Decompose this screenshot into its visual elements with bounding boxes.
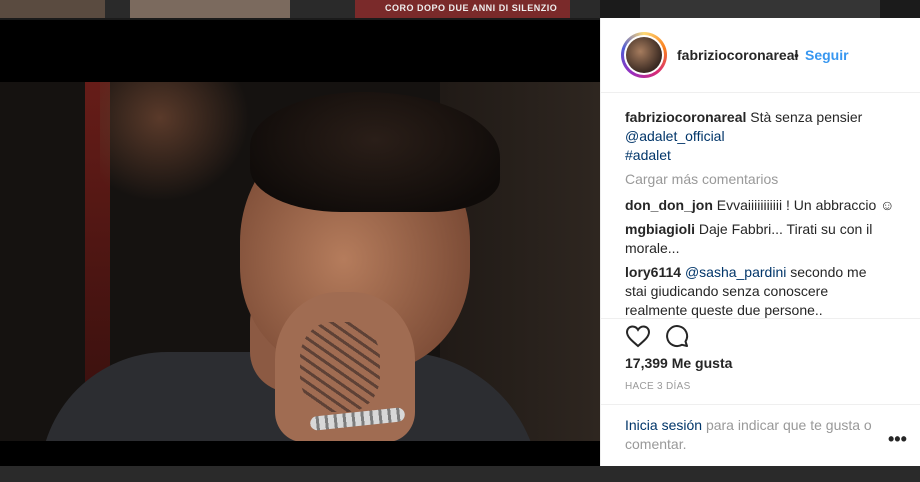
photo-background-light <box>100 82 250 202</box>
caption-username[interactable]: fabriziocoronareal <box>625 109 746 125</box>
post-side-panel: fabriziocoronareal • Seguir fabriziocoro… <box>600 18 920 466</box>
post-header: fabriziocoronareal • Seguir <box>601 18 920 93</box>
comment: don_don_jon Evvaiiiiiiiiiii ! Un abbracc… <box>625 196 894 215</box>
background-thumbnails-top: CORO DOPO DUE ANNI DI SILENZIO <box>0 0 880 18</box>
comment-username[interactable]: mgbiagioli <box>625 221 695 237</box>
caption-text: Stà senza pensier <box>750 109 863 125</box>
avatar-photo <box>626 37 662 73</box>
comment-username[interactable]: lory6114 <box>625 264 681 280</box>
thumbnail <box>0 0 105 18</box>
thumbnail-caption-text: DOPO DUE ANNI DI SILENZIO <box>417 3 558 13</box>
caption-mention-link[interactable]: @adalet_official <box>625 128 725 144</box>
avatar[interactable] <box>621 32 667 78</box>
comment: mgbiagioli Daje Fabbri... Tirati su con … <box>625 220 875 258</box>
thumbnail-brand-text: CORO <box>385 3 414 13</box>
avatar-ring <box>624 35 664 75</box>
thumbnail <box>640 0 880 18</box>
follow-button[interactable]: Seguir <box>805 47 849 63</box>
login-link[interactable]: Inicia sesión <box>625 417 702 433</box>
thumbnail: CORO DOPO DUE ANNI DI SILENZIO <box>355 0 570 18</box>
background-thumbnails-bottom <box>0 466 920 482</box>
comment-icon[interactable] <box>665 324 689 348</box>
post-timestamp[interactable]: HACE 3 DÍAS <box>625 381 691 392</box>
photo-tattoo <box>300 322 380 412</box>
load-more-comments-button[interactable]: Cargar más comentarios <box>625 170 778 189</box>
login-prompt: Inicia sesión para indicar que te gusta … <box>625 416 885 454</box>
post-photo <box>0 82 600 441</box>
comment: lory6114 @sasha_pardini secondo me stai … <box>625 263 875 320</box>
heart-icon[interactable] <box>625 324 651 348</box>
caption: fabriziocoronareal Stà senza pensier @ad… <box>625 108 862 165</box>
comment-mention-link[interactable]: @sasha_pardini <box>685 264 786 280</box>
separator-dot: • <box>794 47 799 63</box>
comments-section: fabriziocoronareal Stà senza pensier @ad… <box>625 108 895 324</box>
caption-hashtag-link[interactable]: #adalet <box>625 147 671 163</box>
more-options-icon[interactable]: ••• <box>888 429 907 450</box>
actions-divider <box>601 318 920 320</box>
footer-divider <box>601 404 920 405</box>
comment-text: Evvaiiiiiiiiiii ! Un abbraccio ☺ <box>716 197 895 213</box>
comment-username[interactable]: don_don_jon <box>625 197 713 213</box>
username-link[interactable]: fabriziocoronareal <box>677 47 798 63</box>
post-media[interactable] <box>0 20 600 466</box>
thumbnail <box>130 0 290 18</box>
likes-count[interactable]: 17,399 Me gusta <box>625 355 732 371</box>
